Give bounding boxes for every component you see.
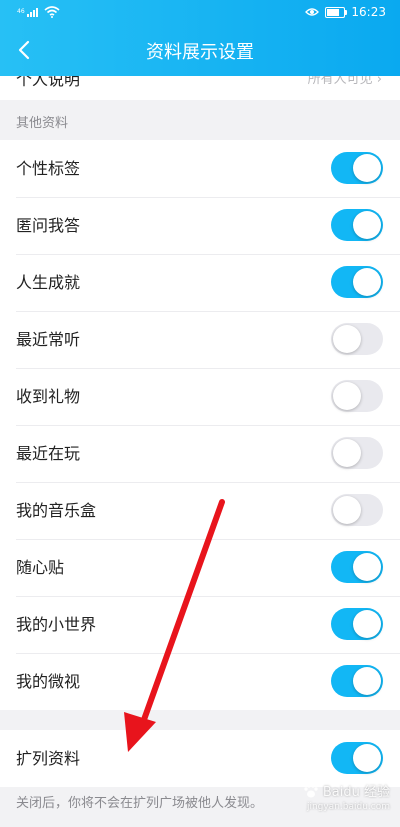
toggle-knob	[333, 325, 361, 353]
toggle-row: 我的音乐盒	[0, 482, 400, 539]
page-title: 资料展示设置	[146, 42, 254, 63]
signal-type-label: 46	[17, 8, 25, 15]
personal-note-label: 个人说明	[16, 76, 81, 89]
toggle-knob	[353, 211, 381, 239]
toggle-switch[interactable]	[331, 209, 383, 241]
toggle-row: 我的微视	[0, 653, 400, 710]
toggle-switch[interactable]	[331, 266, 383, 298]
toggle-knob	[333, 496, 361, 524]
other-profile-list: 个性标签匿问我答人生成就最近常听收到礼物最近在玩我的音乐盒随心贴我的小世界我的微…	[0, 140, 400, 710]
toggle-row: 个性标签	[0, 140, 400, 197]
toggle-switch[interactable]	[331, 323, 383, 355]
toggle-knob	[333, 439, 361, 467]
toggle-switch[interactable]	[331, 494, 383, 526]
toggle-label: 收到礼物	[16, 387, 81, 406]
toggle-knob	[353, 610, 381, 638]
personal-note-row[interactable]: 个人说明 所有人可见 ›	[0, 76, 400, 100]
toggle-knob	[353, 268, 381, 296]
toggle-switch[interactable]	[331, 665, 383, 697]
toggle-label: 匿问我答	[16, 216, 81, 235]
kuolie-group: 扩列资料	[0, 730, 400, 787]
toggle-knob	[353, 553, 381, 581]
toggle-knob	[353, 744, 381, 772]
toggle-label: 最近常听	[16, 330, 81, 349]
paw-logo-icon	[304, 783, 318, 797]
toggle-switch[interactable]	[331, 437, 383, 469]
toggle-row: 最近在玩	[0, 425, 400, 482]
baidu-watermark: Baidu 经验	[303, 781, 390, 800]
toggle-switch[interactable]	[331, 551, 383, 583]
section-gap	[0, 710, 400, 730]
wifi-icon	[44, 6, 60, 21]
toggle-knob	[353, 667, 381, 695]
toggle-label: 我的小世界	[16, 615, 97, 634]
toggle-knob	[353, 154, 381, 182]
toggle-switch[interactable]	[331, 608, 383, 640]
status-time: 16:23	[351, 5, 386, 19]
toggle-row: 匿问我答	[0, 197, 400, 254]
toggle-row: 最近常听	[0, 311, 400, 368]
status-bar: 46 16:23	[0, 0, 400, 26]
watermark-url: jingyan.baidu.com	[306, 802, 390, 812]
watermark-text: Baidu 经验	[322, 785, 390, 800]
section-title-other: 其他资料	[0, 100, 400, 140]
toggle-knob	[333, 382, 361, 410]
toggle-row-kuolie: 扩列资料	[0, 730, 400, 787]
eye-comfort-icon	[305, 8, 320, 16]
kuolie-toggle[interactable]	[331, 742, 383, 774]
app-header: 46 16:23 资料展示设置	[0, 0, 400, 76]
toggle-label: 人生成就	[16, 273, 81, 292]
toggle-label: 扩列资料	[16, 749, 81, 768]
settings-content: 个人说明 所有人可见 › 其他资料 个性标签匿问我答人生成就最近常听收到礼物最近…	[0, 76, 400, 827]
toggle-label: 最近在玩	[16, 444, 81, 463]
personal-note-value: 所有人可见 ›	[307, 76, 382, 87]
toggle-switch[interactable]	[331, 380, 383, 412]
toggle-label: 个性标签	[16, 159, 81, 178]
toggle-label: 随心贴	[16, 558, 65, 577]
toggle-switch[interactable]	[331, 152, 383, 184]
toggle-label: 我的微视	[16, 672, 81, 691]
toggle-row: 我的小世界	[0, 596, 400, 653]
toggle-label: 我的音乐盒	[16, 501, 97, 520]
toggle-row: 随心贴	[0, 539, 400, 596]
signal-icon: 46	[17, 6, 41, 21]
toggle-row: 收到礼物	[0, 368, 400, 425]
battery-icon	[325, 6, 348, 18]
toggle-row: 人生成就	[0, 254, 400, 311]
